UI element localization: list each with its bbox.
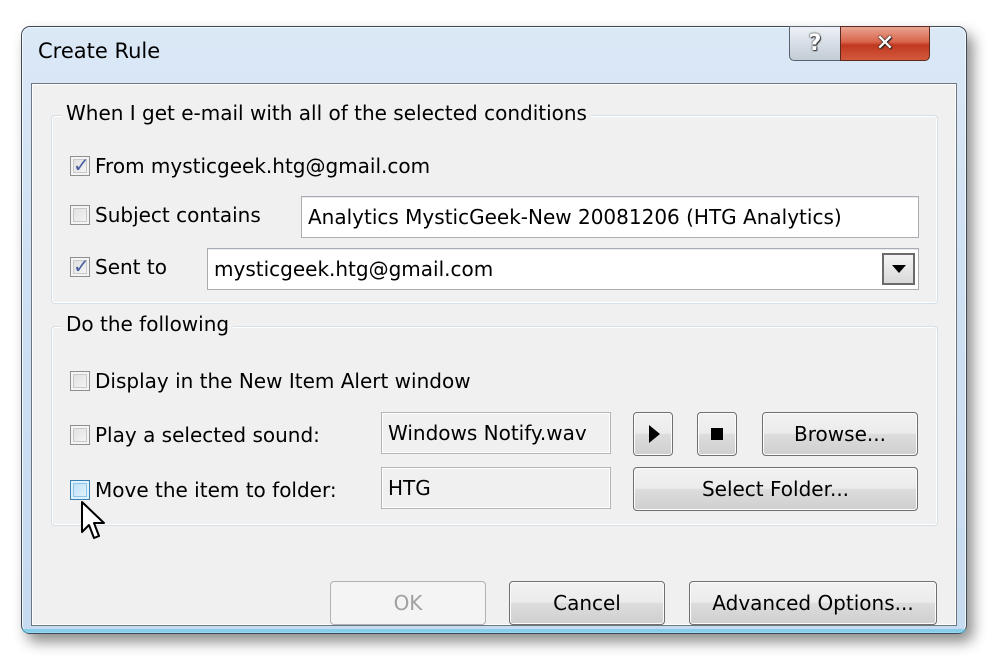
select-folder-button[interactable]: Select Folder... [633, 467, 918, 511]
play-sound-row: Play a selected sound: [70, 423, 320, 447]
help-icon: ? [808, 31, 822, 56]
actions-group-label: Do the following [62, 312, 234, 336]
sent-to-dropdown-button[interactable] [882, 253, 915, 285]
from-row: From mysticgeek.htg@gmail.com [70, 153, 431, 178]
close-button[interactable]: ✕ [840, 26, 930, 61]
display-alert-label: Display in the New Item Alert window [95, 369, 471, 393]
create-rule-dialog: Create Rule ? ✕ When I get e-mail with a… [21, 26, 967, 634]
sent-to-row: Sent to [70, 254, 167, 279]
play-sound-checkbox[interactable] [70, 425, 90, 445]
sent-to-combobox[interactable]: mysticgeek.htg@gmail.com [207, 248, 919, 290]
play-sound-button[interactable] [633, 412, 673, 456]
sent-to-label: Sent to [95, 255, 167, 279]
conditions-group: When I get e-mail with all of the select… [51, 101, 938, 304]
dialog-body: When I get e-mail with all of the select… [31, 83, 957, 626]
move-folder-label: Move the item to folder: [95, 478, 337, 502]
sound-file-field: Windows Notify.wav [381, 412, 611, 454]
subject-label: Subject contains [95, 203, 261, 227]
sent-to-checkbox[interactable] [70, 254, 90, 278]
subject-input[interactable]: Analytics MysticGeek-New 20081206 (HTG A… [301, 196, 919, 238]
display-alert-row: Display in the New Item Alert window [70, 369, 471, 393]
subject-checkbox[interactable] [70, 205, 90, 225]
display-alert-checkbox[interactable] [70, 371, 90, 391]
browse-button[interactable]: Browse... [762, 412, 918, 456]
advanced-options-button[interactable]: Advanced Options... [689, 581, 937, 625]
play-icon [649, 425, 660, 443]
dialog-title: Create Rule [38, 39, 161, 63]
conditions-group-label: When I get e-mail with all of the select… [62, 101, 591, 125]
sent-to-value: mysticgeek.htg@gmail.com [214, 257, 494, 281]
caption-buttons: ? ✕ [789, 26, 930, 61]
help-button[interactable]: ? [789, 26, 840, 61]
move-folder-checkbox[interactable] [70, 480, 90, 500]
chevron-down-icon [891, 265, 906, 273]
from-label: From mysticgeek.htg@gmail.com [95, 154, 431, 178]
from-checkbox[interactable] [70, 153, 90, 177]
folder-field: HTG [381, 467, 611, 509]
cancel-button[interactable]: Cancel [509, 581, 665, 625]
mouse-cursor-icon [81, 501, 105, 539]
actions-group: Do the following Display in the New Item… [51, 312, 938, 526]
ok-button[interactable]: OK [330, 581, 486, 625]
move-folder-row: Move the item to folder: [70, 478, 337, 502]
close-icon: ✕ [875, 31, 895, 56]
stop-sound-button[interactable] [697, 412, 737, 456]
play-sound-label: Play a selected sound: [95, 423, 320, 447]
subject-row: Subject contains [70, 203, 261, 227]
stop-icon [711, 428, 723, 440]
